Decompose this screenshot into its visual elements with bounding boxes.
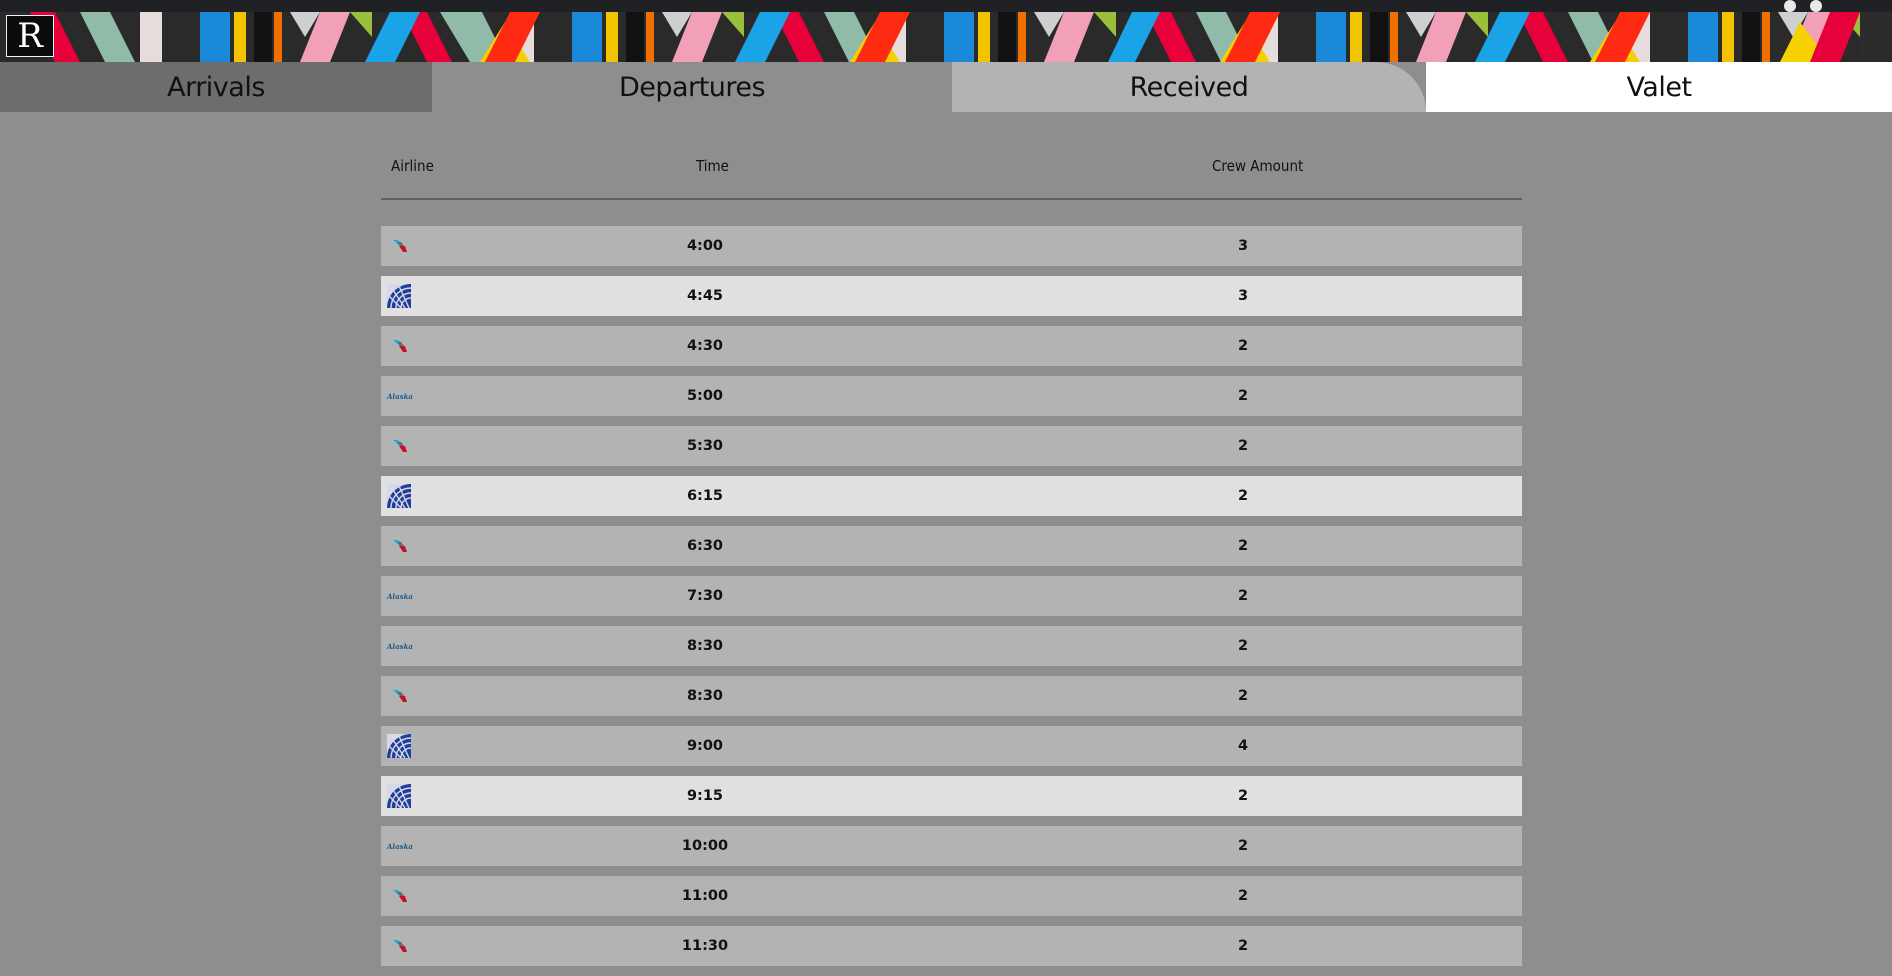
time-cell: 7:30 [686, 588, 724, 604]
table-row[interactable]: 4:00 3 [381, 226, 1522, 266]
tab-bar: Arrivals Received Departures Valet [0, 62, 1892, 112]
table-row[interactable]: Alaska 5:00 2 [381, 376, 1522, 416]
crew-amount-cell: 3 [1237, 238, 1249, 254]
table-row[interactable]: Alaska 8:30 2 [381, 626, 1522, 666]
tab-label: Received [1129, 71, 1249, 103]
tab-label: Departures [618, 71, 766, 103]
banner-pattern [0, 12, 1860, 62]
crew-amount-cell: 3 [1237, 288, 1249, 304]
column-header-time: Time [696, 157, 729, 175]
header-banner [0, 12, 1892, 62]
browser-controls [1784, 0, 1822, 12]
crew-amount-cell: 2 [1237, 638, 1249, 654]
time-cell: 4:30 [686, 338, 724, 354]
tab-label: Valet [1626, 71, 1692, 103]
crew-amount-cell: 2 [1237, 488, 1249, 504]
profile-icon[interactable] [1810, 0, 1822, 12]
american-airline-logo-icon [385, 682, 413, 710]
table-row[interactable]: 11:00 2 [381, 876, 1522, 916]
alaska-airline-logo-icon: Alaska [385, 582, 413, 610]
svg-text:Alaska: Alaska [386, 842, 413, 851]
table-row[interactable]: 6:15 2 [381, 476, 1522, 516]
united-airline-logo-icon [385, 482, 413, 510]
time-cell: 9:15 [686, 788, 724, 804]
american-airline-logo-icon [385, 232, 413, 260]
alaska-airline-logo-icon: Alaska [385, 382, 413, 410]
american-airline-logo-icon [385, 932, 413, 960]
table-row[interactable]: Alaska 7:30 2 [381, 576, 1522, 616]
browser-top-strip [0, 0, 1892, 12]
time-cell: 5:30 [686, 438, 724, 454]
time-cell: 4:45 [686, 288, 724, 304]
time-cell: 4:00 [686, 238, 724, 254]
extension-icon[interactable] [1784, 0, 1796, 12]
crew-amount-cell: 2 [1237, 688, 1249, 704]
crew-amount-cell: 2 [1237, 588, 1249, 604]
time-cell: 8:30 [686, 638, 724, 654]
tab-valet[interactable]: Valet [1426, 62, 1892, 112]
crew-amount-cell: 2 [1237, 338, 1249, 354]
column-header-crew-amount: Crew Amount [1212, 157, 1304, 175]
time-cell: 9:00 [686, 738, 724, 754]
time-cell: 11:30 [681, 938, 729, 954]
table-row[interactable]: 8:30 2 [381, 676, 1522, 716]
tab-label: Arrivals [167, 71, 265, 103]
table-row[interactable]: 9:15 2 [381, 776, 1522, 816]
svg-text:Alaska: Alaska [386, 642, 413, 651]
time-cell: 11:00 [681, 888, 729, 904]
american-airline-logo-icon [385, 532, 413, 560]
table-row[interactable]: 6:30 2 [381, 526, 1522, 566]
crew-amount-cell: 2 [1237, 538, 1249, 554]
time-cell: 10:00 [681, 838, 729, 854]
brand-logo[interactable]: R [6, 15, 54, 57]
time-cell: 5:00 [686, 388, 724, 404]
brand-logo-letter: R [17, 16, 43, 56]
crew-amount-cell: 2 [1237, 388, 1249, 404]
crew-amount-cell: 2 [1237, 888, 1249, 904]
united-airline-logo-icon [385, 782, 413, 810]
time-cell: 6:30 [686, 538, 724, 554]
tab-departures[interactable]: Departures [432, 62, 952, 112]
united-airline-logo-icon [385, 732, 413, 760]
column-header-airline: Airline [391, 157, 434, 175]
time-cell: 8:30 [686, 688, 724, 704]
crew-amount-cell: 2 [1237, 838, 1249, 854]
american-airline-logo-icon [385, 432, 413, 460]
alaska-airline-logo-icon: Alaska [385, 632, 413, 660]
departures-table: Airline Time Crew Amount 4:00 3 4:45 3 4:30 2… [381, 112, 1522, 976]
table-row[interactable]: Alaska 10:00 2 [381, 826, 1522, 866]
table-body: 4:00 3 4:45 3 4:30 2 Alaska 5:00 2 5:30 2 6:15 2 6:30… [381, 226, 1522, 966]
crew-amount-cell: 2 [1237, 438, 1249, 454]
tab-arrivals[interactable]: Arrivals [0, 62, 432, 112]
crew-amount-cell: 2 [1237, 788, 1249, 804]
crew-amount-cell: 4 [1237, 738, 1249, 754]
table-row[interactable]: 9:00 4 [381, 726, 1522, 766]
table-header: Airline Time Crew Amount [381, 112, 1522, 200]
table-row[interactable]: 11:30 2 [381, 926, 1522, 966]
time-cell: 6:15 [686, 488, 724, 504]
american-airline-logo-icon [385, 332, 413, 360]
svg-text:Alaska: Alaska [386, 592, 413, 601]
tab-received[interactable]: Received [952, 62, 1426, 112]
alaska-airline-logo-icon: Alaska [385, 832, 413, 860]
crew-amount-cell: 2 [1237, 938, 1249, 954]
united-airline-logo-icon [385, 282, 413, 310]
svg-text:Alaska: Alaska [386, 392, 413, 401]
table-row[interactable]: 4:30 2 [381, 326, 1522, 366]
table-row[interactable]: 5:30 2 [381, 426, 1522, 466]
american-airline-logo-icon [385, 882, 413, 910]
table-row[interactable]: 4:45 3 [381, 276, 1522, 316]
